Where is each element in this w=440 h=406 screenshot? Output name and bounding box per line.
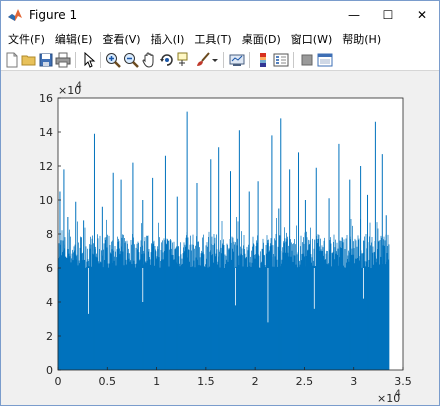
menu-bar: 文件(F) 编辑(E) 查看(V) 插入(I) 工具(T) 桌面(D) 窗口(W… — [1, 29, 439, 49]
y-tick-label: 4 — [46, 296, 53, 309]
maximize-button[interactable]: ☐ — [371, 1, 405, 29]
toolbar-separator — [293, 52, 294, 68]
pointer-icon[interactable] — [81, 52, 97, 68]
matlab-app-icon — [8, 9, 22, 21]
minimize-button[interactable]: — — [337, 1, 371, 29]
x-tick-label: 0.5 — [99, 375, 117, 388]
x-tick-label: 1.5 — [197, 375, 215, 388]
close-button[interactable]: ✕ — [405, 1, 439, 29]
open-file-icon[interactable] — [21, 52, 37, 68]
maximize-icon: ☐ — [382, 8, 394, 22]
x-tick-label: 1 — [153, 375, 160, 388]
new-figure-icon[interactable] — [4, 52, 20, 68]
menu-insert[interactable]: 插入(I) — [146, 31, 190, 47]
brush-icon[interactable] — [195, 52, 211, 68]
colorbar-icon[interactable] — [255, 52, 271, 68]
menu-edit[interactable]: 编辑(E) — [50, 31, 98, 47]
figure-canvas[interactable]: 0 0.5 1 1.5 2 2.5 3 3.5 0 2 4 6 8 10 12 14 16 ×10 4 ×10 … — [1, 72, 439, 405]
minimize-icon: — — [348, 8, 360, 22]
window-title: Figure 1 — [29, 8, 78, 22]
x-exponent-power: 4 — [395, 389, 401, 399]
y-tick-label: 14 — [39, 126, 53, 139]
x-tick-label: 2.5 — [296, 375, 314, 388]
print-icon[interactable] — [55, 52, 71, 68]
y-tick-label: 16 — [39, 92, 53, 105]
legend-icon[interactable] — [273, 52, 289, 68]
hide-plot-tools-icon[interactable] — [299, 52, 315, 68]
figure-window: Figure 1 — ☐ ✕ 文件(F) 编辑(E) 查看(V) 插入(I) 工… — [0, 0, 440, 406]
toolbar-separator — [223, 52, 224, 68]
pan-icon[interactable] — [141, 52, 157, 68]
menu-help[interactable]: 帮助(H) — [337, 31, 386, 47]
menu-file[interactable]: 文件(F) — [3, 31, 50, 47]
y-tick-label: 8 — [46, 228, 53, 241]
y-exponent-power: 4 — [76, 81, 82, 91]
zoom-in-icon[interactable] — [105, 52, 121, 68]
toolbar-separator — [75, 52, 76, 68]
menu-desktop[interactable]: 桌面(D) — [237, 31, 286, 47]
plot-svg[interactable]: 0 0.5 1 1.5 2 2.5 3 3.50246810121416 ×10 4 ×10 … — [1, 72, 439, 405]
y-tick-label: 6 — [46, 262, 53, 275]
x-tick-label: 3 — [350, 375, 357, 388]
zoom-out-icon[interactable] — [123, 52, 139, 68]
x-tick-label: 2 — [252, 375, 259, 388]
menu-view[interactable]: 查看(V) — [97, 31, 145, 47]
save-icon[interactable] — [38, 52, 54, 68]
y-tick-label: 2 — [46, 330, 53, 343]
toolbar-separator — [249, 52, 250, 68]
toolbar-separator — [100, 52, 101, 68]
figure-toolbar — [1, 49, 439, 71]
y-tick-label: 12 — [39, 160, 53, 173]
x-tick-label: 0 — [55, 375, 62, 388]
y-tick-label: 0 — [46, 364, 53, 377]
link-plot-icon[interactable] — [229, 52, 245, 68]
menu-window[interactable]: 窗口(W) — [286, 31, 337, 47]
x-tick-label: 3.5 — [394, 375, 412, 388]
show-plot-tools-icon[interactable] — [317, 52, 333, 68]
brush-dropdown-icon[interactable] — [211, 52, 219, 68]
rotate-3d-icon[interactable] — [159, 52, 175, 68]
title-bar[interactable]: Figure 1 — ☐ ✕ — [1, 1, 439, 29]
menu-tools[interactable]: 工具(T) — [189, 31, 236, 47]
data-cursor-icon[interactable] — [177, 52, 193, 68]
close-icon: ✕ — [416, 8, 428, 22]
y-tick-label: 10 — [39, 194, 53, 207]
